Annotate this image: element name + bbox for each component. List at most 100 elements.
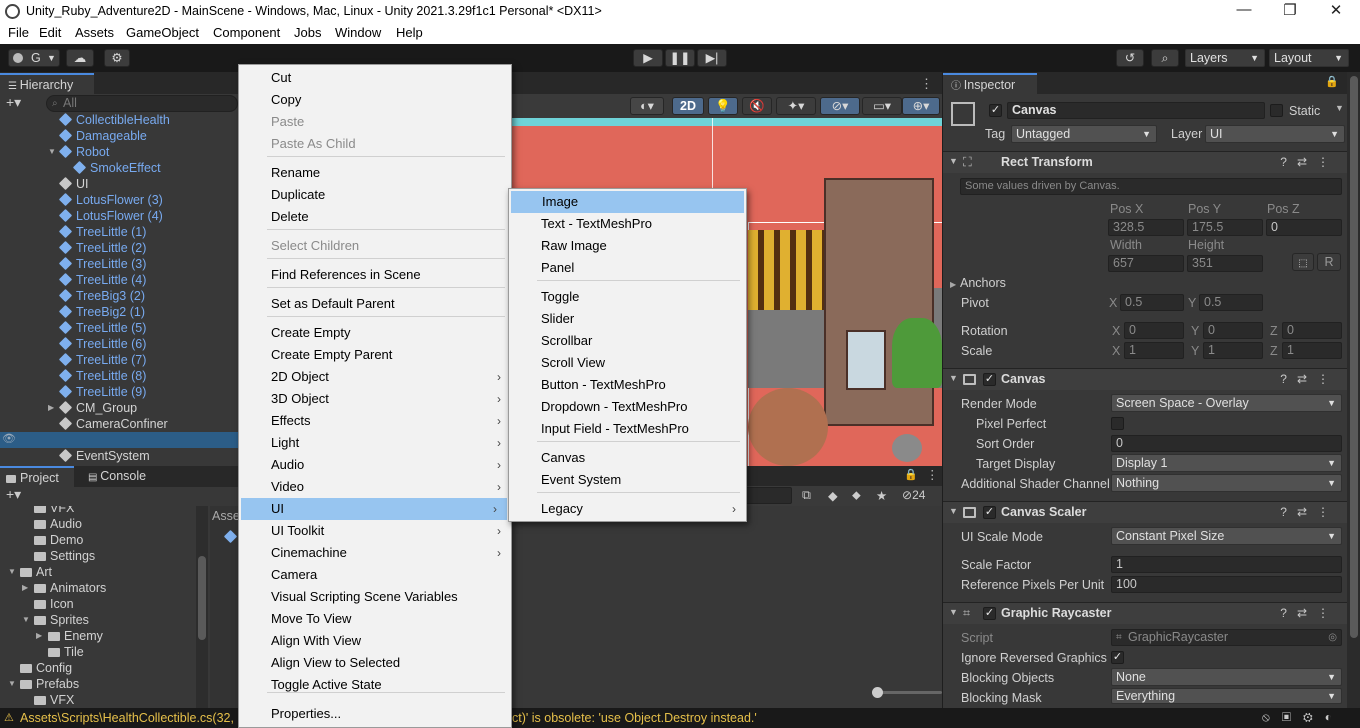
inspector-scrollbar[interactable] bbox=[1347, 72, 1360, 708]
scale-y-field[interactable]: 1 bbox=[1203, 342, 1263, 359]
script-field[interactable]: ⌗ GraphicRaycaster ◎ bbox=[1111, 629, 1342, 646]
hierarchy-item[interactable]: TreeLittle (8) bbox=[58, 368, 146, 384]
active-checkbox[interactable]: ✓ bbox=[989, 104, 1002, 117]
panel-options-icon[interactable]: ⋮ bbox=[920, 76, 933, 92]
zoom-slider[interactable] bbox=[872, 687, 942, 698]
menu-item-camera[interactable]: Camera bbox=[239, 564, 511, 586]
layout-dropdown[interactable]: Layout ▼ bbox=[1269, 49, 1349, 67]
project-folder-item[interactable]: Config bbox=[20, 660, 72, 676]
hierarchy-item[interactable]: LotusFlower (3) bbox=[58, 192, 163, 208]
hierarchy-item[interactable]: TreeLittle (3) bbox=[58, 256, 146, 272]
menu-item-move-to-view[interactable]: Move To View bbox=[239, 608, 511, 630]
toggle-2d-button[interactable]: 2D bbox=[672, 97, 704, 115]
canvas-scaler-header[interactable]: ▼ ✓ Canvas Scaler ?⇄⋮ bbox=[943, 501, 1347, 523]
project-folder-item[interactable]: ▶ Animators bbox=[22, 580, 106, 596]
hierarchy-search-input[interactable]: ⌕ All bbox=[46, 95, 238, 112]
menu-item-properties[interactable]: Properties... bbox=[239, 703, 511, 725]
project-folder-item[interactable]: Audio bbox=[34, 516, 82, 532]
camera-settings-button[interactable]: ▭▾ bbox=[862, 97, 902, 115]
menu-item-cut[interactable]: Cut bbox=[239, 67, 511, 89]
menu-item-copy[interactable]: Copy bbox=[239, 89, 511, 111]
component-menu-icons[interactable]: ?⇄⋮ bbox=[1280, 155, 1339, 169]
pivot-x-field[interactable]: 0.5 bbox=[1120, 294, 1184, 311]
collapse-arrow-icon[interactable]: ▼ bbox=[8, 564, 16, 580]
tab-project[interactable]: Project bbox=[0, 466, 74, 487]
gizmos-button[interactable]: ⊕▾ bbox=[902, 97, 940, 115]
sort-order-field[interactable]: 0 bbox=[1111, 435, 1342, 452]
expand-arrow-icon[interactable]: ▶ bbox=[36, 628, 42, 644]
menu-item-video[interactable]: Video › bbox=[239, 476, 511, 498]
close-button[interactable]: ✕ bbox=[1313, 1, 1359, 19]
project-folder-item[interactable]: ▼ Prefabs bbox=[8, 676, 79, 692]
project-folder-item[interactable]: Demo bbox=[34, 532, 83, 548]
component-menu-icons[interactable]: ?⇄⋮ bbox=[1280, 606, 1339, 620]
menu-item-light[interactable]: Light › bbox=[239, 432, 511, 454]
ui-menu-item-input-field-textmeshpro[interactable]: Input Field - TextMeshPro bbox=[509, 418, 746, 440]
menu-item-align-with-view[interactable]: Align With View bbox=[239, 630, 511, 652]
lock-icon[interactable]: 🔒 bbox=[1325, 75, 1339, 88]
target-display-dropdown[interactable]: Display 1 ▼ bbox=[1111, 454, 1342, 472]
hierarchy-item[interactable]: TreeLittle (7) bbox=[58, 352, 146, 368]
hierarchy-item[interactable]: TreeLittle (5) bbox=[58, 320, 146, 336]
lighting-toggle[interactable]: 💡 bbox=[708, 97, 738, 115]
pivot-y-field[interactable]: 0.5 bbox=[1199, 294, 1263, 311]
hierarchy-item[interactable]: UI bbox=[58, 176, 89, 192]
canvas-scaler-enabled-checkbox[interactable]: ✓ bbox=[983, 506, 996, 519]
menu-item-visual-scripting-scene-variables[interactable]: Visual Scripting Scene Variables bbox=[239, 586, 511, 608]
project-folder-item[interactable]: Settings bbox=[34, 548, 95, 564]
ui-menu-item-raw-image[interactable]: Raw Image bbox=[509, 235, 746, 257]
hierarchy-item[interactable]: EventSystem bbox=[58, 448, 150, 464]
static-checkbox[interactable] bbox=[1270, 104, 1283, 117]
ui-menu-item-slider[interactable]: Slider bbox=[509, 308, 746, 330]
collapse-arrow-icon[interactable]: ▼ bbox=[22, 612, 30, 628]
scale-factor-field[interactable]: 1 bbox=[1111, 556, 1342, 573]
visibility-eye-icon[interactable]: 👁 bbox=[2, 432, 16, 445]
tab-inspector[interactable]: ⓘ Inspector bbox=[943, 73, 1037, 94]
tab-hierarchy[interactable]: ☰ Hierarchy bbox=[0, 73, 94, 94]
filter-by-type-icon[interactable]: ⧉ bbox=[802, 488, 811, 503]
menu-file[interactable]: File bbox=[8, 25, 29, 40]
effects-toggle[interactable]: ✦▾ bbox=[776, 97, 816, 115]
history-button[interactable]: ↺ bbox=[1116, 49, 1144, 67]
project-scrollbar[interactable] bbox=[196, 506, 208, 708]
ui-menu-item-image[interactable]: Image bbox=[511, 191, 744, 213]
audio-toggle[interactable]: 🔇 bbox=[742, 97, 772, 115]
project-folder-item[interactable]: VFX bbox=[34, 506, 74, 516]
collapse-arrow-icon[interactable]: ▼ bbox=[8, 676, 16, 692]
menu-item-create-empty[interactable]: Create Empty bbox=[239, 322, 511, 344]
scale-z-field[interactable]: 1 bbox=[1282, 342, 1342, 359]
project-folder-item[interactable]: ▶ Enemy bbox=[36, 628, 103, 644]
scale-x-field[interactable]: 1 bbox=[1124, 342, 1184, 359]
project-folder-item[interactable]: VFX bbox=[34, 692, 74, 708]
pos-z-field[interactable]: 0 bbox=[1266, 219, 1342, 236]
menu-item-ui-toolkit[interactable]: UI Toolkit › bbox=[239, 520, 511, 542]
canvas-enabled-checkbox[interactable]: ✓ bbox=[983, 373, 996, 386]
hierarchy-item[interactable]: ▼ Robot bbox=[48, 144, 109, 160]
ui-menu-item-canvas[interactable]: Canvas bbox=[509, 447, 746, 469]
component-menu-icons[interactable]: ?⇄⋮ bbox=[1280, 372, 1339, 386]
menu-item-3d-object[interactable]: 3D Object › bbox=[239, 388, 511, 410]
shader-channel-dropdown[interactable]: Nothing ▼ bbox=[1111, 474, 1342, 492]
status-icons[interactable]: ⦸▣⚙◐ bbox=[1262, 710, 1344, 725]
canvas-component-header[interactable]: ▼ ✓ Canvas ?⇄⋮ bbox=[943, 368, 1347, 390]
object-name-input[interactable]: Canvas bbox=[1007, 102, 1265, 119]
hierarchy-item[interactable]: TreeBig3 (2) bbox=[58, 288, 145, 304]
ui-menu-item-scrollbar[interactable]: Scrollbar bbox=[509, 330, 746, 352]
blueprint-mode-button[interactable]: ⬚ bbox=[1292, 253, 1314, 271]
hierarchy-item[interactable]: CameraConfiner bbox=[58, 416, 168, 432]
step-button[interactable]: ▶| bbox=[697, 49, 727, 67]
hierarchy-item[interactable]: ▶ CM_Group bbox=[48, 400, 137, 416]
collapse-arrow-icon[interactable]: ▼ bbox=[48, 144, 56, 160]
tag-dropdown[interactable]: Untagged ▼ bbox=[1011, 125, 1157, 143]
hidden-packages-toggle[interactable]: ⊘24 bbox=[902, 488, 925, 502]
inspector-scrollbar-thumb[interactable] bbox=[1350, 76, 1358, 638]
visibility-toggle[interactable]: ⊘▾ bbox=[820, 97, 860, 115]
collab-button[interactable]: ⚙ bbox=[104, 49, 130, 67]
project-scrollbar-thumb[interactable] bbox=[198, 556, 206, 640]
menu-assets[interactable]: Assets bbox=[75, 25, 114, 40]
menu-item-duplicate[interactable]: Duplicate bbox=[239, 184, 511, 206]
menu-edit[interactable]: Edit bbox=[39, 25, 61, 40]
hierarchy-item[interactable]: TreeLittle (2) bbox=[58, 240, 146, 256]
account-button[interactable]: G ▼ bbox=[8, 49, 60, 67]
menu-item-set-as-default-parent[interactable]: Set as Default Parent bbox=[239, 293, 511, 315]
